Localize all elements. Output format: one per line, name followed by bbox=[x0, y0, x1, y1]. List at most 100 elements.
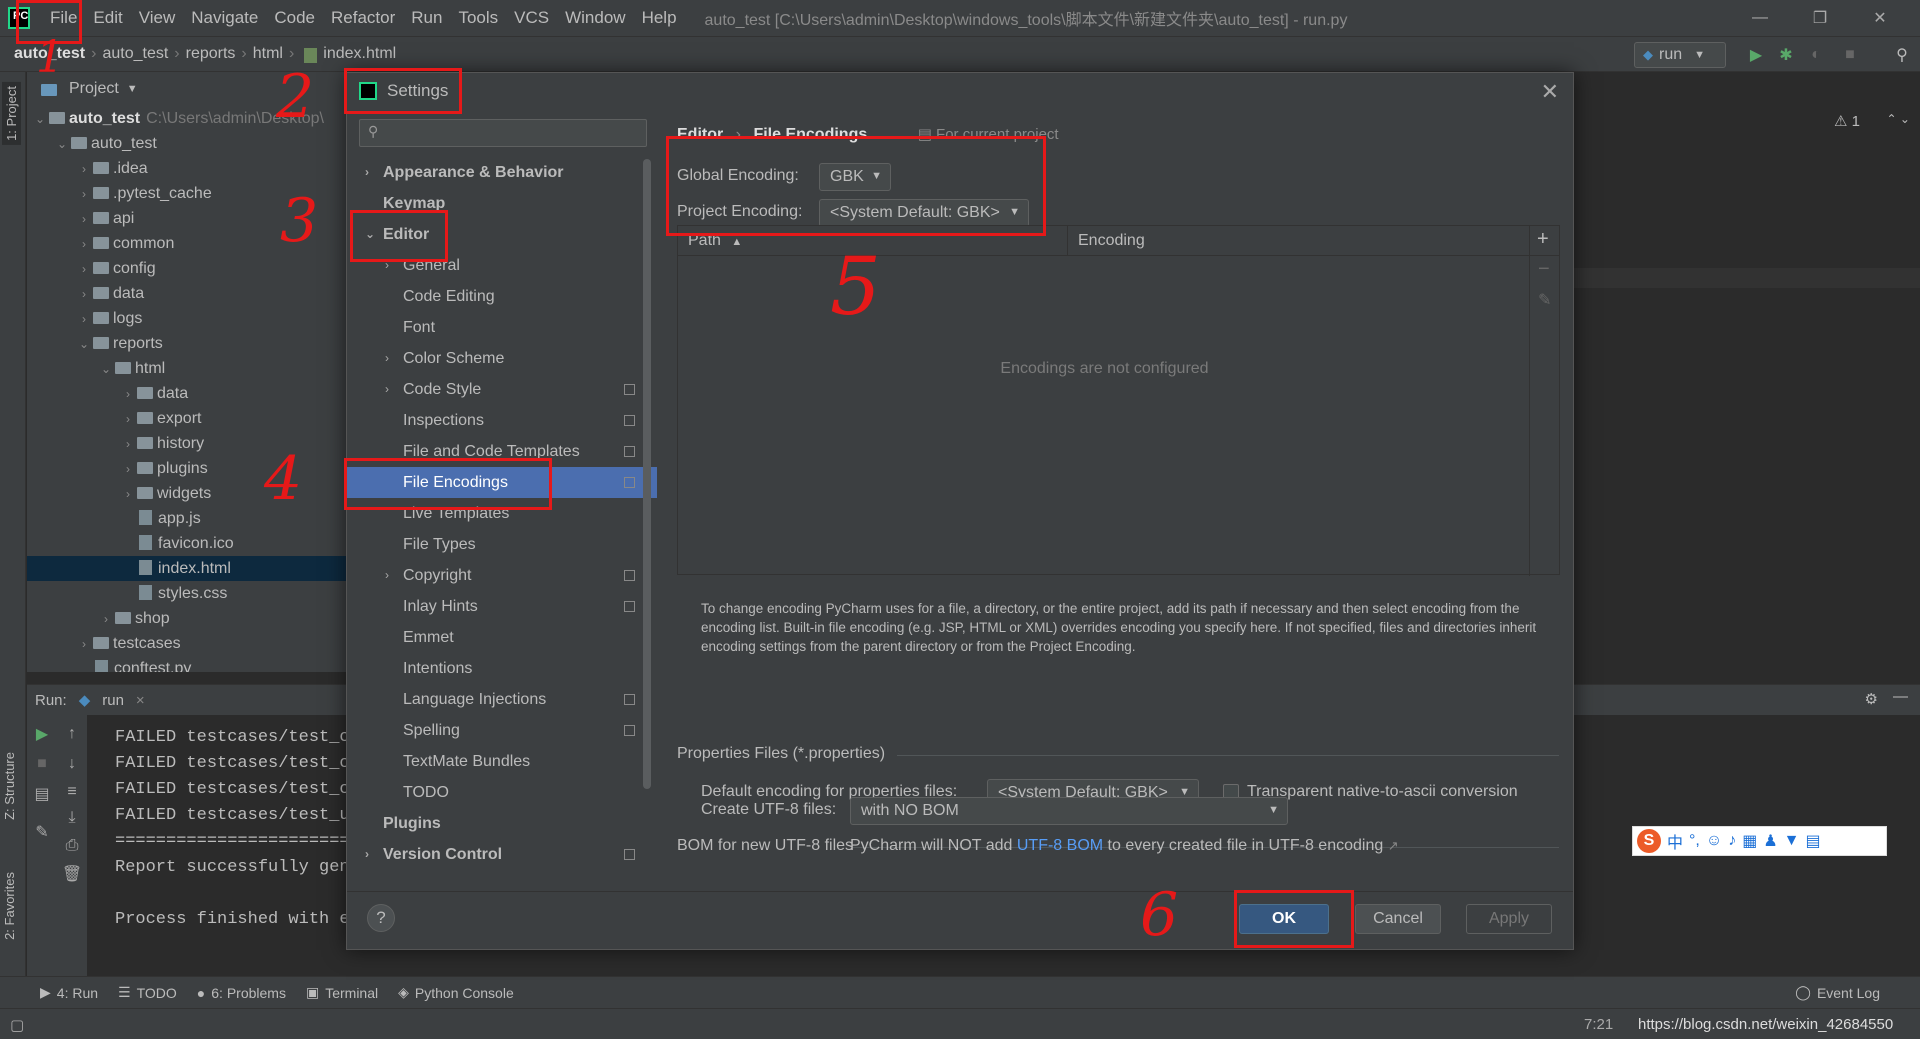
tree-folder[interactable]: › data bbox=[27, 381, 347, 406]
settings-item[interactable]: Emmet bbox=[347, 622, 657, 653]
problems-indicator[interactable]: ⚠ 1 bbox=[1834, 112, 1860, 130]
settings-item[interactable]: File Types bbox=[347, 529, 657, 560]
tab-favorites[interactable]: 2: Favorites bbox=[2, 872, 17, 940]
apply-button[interactable]: Apply bbox=[1466, 904, 1552, 934]
expand-arrow-icon[interactable]: › bbox=[77, 257, 91, 282]
settings-item[interactable]: Font bbox=[347, 312, 657, 343]
expand-arrow-icon[interactable]: › bbox=[77, 632, 91, 657]
ime-keyboard-icon[interactable]: ▦ bbox=[1742, 831, 1757, 851]
menu-edit[interactable]: Edit bbox=[85, 8, 130, 28]
pin-icon[interactable]: ✎ bbox=[27, 819, 57, 845]
ime-punct-icon[interactable]: °, bbox=[1689, 832, 1700, 850]
run-icon[interactable]: ▶ bbox=[1746, 45, 1766, 65]
expand-arrow-icon[interactable]: ⌄ bbox=[99, 357, 113, 382]
tree-file[interactable]: index.html bbox=[27, 556, 347, 581]
expand-arrow-icon[interactable]: › bbox=[121, 482, 135, 507]
expand-arrow-icon[interactable]: › bbox=[385, 343, 389, 374]
tree-folder[interactable]: › export bbox=[27, 406, 347, 431]
tree-folder[interactable]: ⌄ reports bbox=[27, 331, 347, 356]
run-config-selector[interactable]: ◆ run ▼ bbox=[1634, 42, 1726, 68]
close-tab-icon[interactable]: × bbox=[136, 692, 145, 709]
menu-view[interactable]: View bbox=[131, 8, 184, 28]
gear-icon[interactable]: ⚙ bbox=[1865, 690, 1878, 708]
tree-folder[interactable]: ⌄ html bbox=[27, 356, 347, 381]
ime-emoji-icon[interactable]: ☺ bbox=[1706, 832, 1722, 850]
ime-skin-icon[interactable]: ▼ bbox=[1784, 832, 1800, 850]
settings-item[interactable]: › Color Scheme bbox=[347, 343, 657, 374]
settings-item[interactable]: › Code Style bbox=[347, 374, 657, 405]
settings-item[interactable]: TextMate Bundles bbox=[347, 746, 657, 777]
cancel-button[interactable]: Cancel bbox=[1355, 904, 1441, 934]
settings-item[interactable]: TODO bbox=[347, 777, 657, 808]
expand-arrow-icon[interactable]: › bbox=[77, 157, 91, 182]
stop-icon[interactable]: ■ bbox=[27, 751, 57, 777]
expand-arrow-icon[interactable]: ⌄ bbox=[77, 332, 91, 357]
tree-file[interactable]: favicon.ico bbox=[27, 531, 347, 556]
expand-arrow-icon[interactable]: ⌄ bbox=[55, 132, 69, 157]
menu-vcs[interactable]: VCS bbox=[506, 8, 557, 28]
tree-file[interactable]: styles.css bbox=[27, 581, 347, 606]
expand-arrow-icon[interactable]: › bbox=[121, 457, 135, 482]
settings-item[interactable]: › Appearance & Behavior bbox=[347, 157, 657, 188]
tree-file[interactable]: conftest.py bbox=[27, 656, 347, 672]
breadcrumb-item[interactable]: index.html bbox=[323, 45, 396, 63]
caret-position[interactable]: 7:21 bbox=[1584, 1016, 1613, 1033]
status-toggle-icon[interactable]: ▢ bbox=[10, 1016, 24, 1034]
settings-search-input[interactable]: ⚲ bbox=[359, 119, 647, 147]
restore-icon[interactable]: ❐ bbox=[1790, 0, 1850, 36]
chevron-down-icon[interactable]: ▼ bbox=[127, 83, 138, 95]
debug-icon[interactable]: ✱ bbox=[1776, 45, 1796, 65]
expand-arrow-icon[interactable]: ⌄ bbox=[33, 107, 47, 132]
expand-arrow-icon[interactable]: › bbox=[77, 282, 91, 307]
menu-run[interactable]: Run bbox=[403, 8, 450, 28]
expand-arrow-icon[interactable]: › bbox=[77, 182, 91, 207]
sogou-logo-icon[interactable]: S bbox=[1637, 829, 1661, 853]
soft-wrap-icon[interactable]: ≡ bbox=[57, 779, 87, 805]
settings-item[interactable]: Intentions bbox=[347, 653, 657, 684]
tree-scrollbar[interactable] bbox=[643, 159, 651, 789]
coverage-icon[interactable]: ◐ bbox=[1806, 45, 1826, 65]
hide-panel-icon[interactable]: — bbox=[1893, 688, 1908, 705]
tree-folder[interactable]: › config bbox=[27, 256, 347, 281]
tree-folder[interactable]: › testcases bbox=[27, 631, 347, 656]
scroll-to-end-icon[interactable]: ⤓ bbox=[57, 805, 87, 831]
tree-folder[interactable]: ⌄ auto_test bbox=[27, 131, 347, 156]
expand-arrow-icon[interactable]: › bbox=[121, 432, 135, 457]
print-icon[interactable]: ⎙ bbox=[57, 833, 87, 859]
edit-icon[interactable]: ✎ bbox=[1538, 290, 1551, 310]
arrow-down-icon[interactable]: ↓ bbox=[57, 751, 87, 777]
arrow-up-icon[interactable]: ↑ bbox=[57, 721, 87, 747]
column-encoding[interactable]: Encoding bbox=[1068, 226, 1145, 255]
settings-item[interactable]: Inlay Hints bbox=[347, 591, 657, 622]
settings-item[interactable]: Language Injections bbox=[347, 684, 657, 715]
bom-select[interactable]: with NO BOM ▼ bbox=[850, 797, 1288, 825]
help-button[interactable]: ? bbox=[367, 904, 395, 932]
rerun-icon[interactable]: ▶ bbox=[27, 721, 57, 747]
expand-arrow-icon[interactable]: › bbox=[77, 232, 91, 257]
tab-structure[interactable]: Z: Structure bbox=[2, 752, 17, 820]
project-title[interactable]: Project bbox=[69, 80, 119, 98]
menu-code[interactable]: Code bbox=[266, 8, 323, 28]
tree-folder[interactable]: › .idea bbox=[27, 156, 347, 181]
menu-refactor[interactable]: Refactor bbox=[323, 8, 403, 28]
utf8-bom-link[interactable]: UTF-8 BOM bbox=[1017, 837, 1103, 854]
settings-item[interactable]: Spelling bbox=[347, 715, 657, 746]
expand-arrow-icon[interactable]: › bbox=[77, 207, 91, 232]
remove-icon[interactable]: − bbox=[1538, 258, 1550, 281]
tool-terminal[interactable]: ▣ Terminal bbox=[306, 984, 378, 1001]
trash-icon[interactable]: 🗑 bbox=[57, 861, 87, 887]
expand-arrow-icon[interactable]: › bbox=[365, 157, 369, 188]
run-tab[interactable]: run bbox=[102, 692, 124, 709]
expand-arrow-icon[interactable]: › bbox=[365, 839, 369, 870]
ime-mic-icon[interactable]: ♪ bbox=[1728, 832, 1736, 850]
minimize-icon[interactable]: — bbox=[1730, 0, 1790, 36]
add-icon[interactable]: + bbox=[1537, 228, 1549, 251]
settings-item[interactable]: Inspections bbox=[347, 405, 657, 436]
chevron-nav-icon[interactable]: ⌃ ⌄ bbox=[1887, 112, 1910, 126]
breadcrumb-item[interactable]: reports bbox=[186, 45, 236, 63]
stop-icon[interactable]: ■ bbox=[1840, 45, 1860, 65]
tree-folder[interactable]: › data bbox=[27, 281, 347, 306]
expand-arrow-icon[interactable]: › bbox=[385, 560, 389, 591]
ime-chinese-icon[interactable]: 中 bbox=[1667, 829, 1683, 853]
tool-todo[interactable]: ☰ TODO bbox=[118, 984, 177, 1001]
